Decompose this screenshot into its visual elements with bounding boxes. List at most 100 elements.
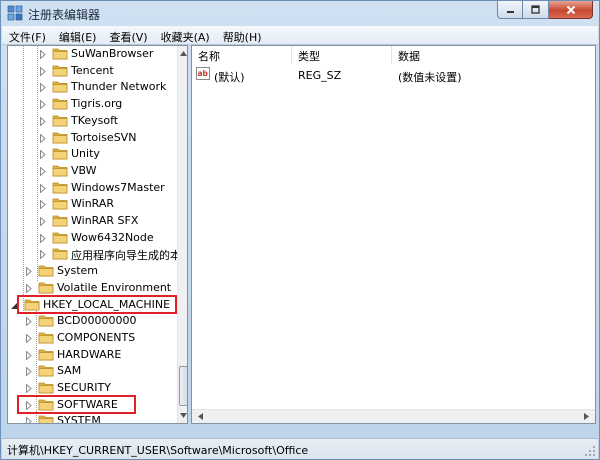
tree-node-label: 应用程序向导生成的本 [71,249,181,263]
tree-node-system[interactable]: System [8,262,176,279]
registry-editor-icon [7,5,23,21]
expand-arrow-icon[interactable] [25,316,33,327]
scroll-up-icon [180,51,187,56]
expand-arrow-icon[interactable] [39,233,47,244]
registry-editor-window: 注册表编辑器 文件(F) 编辑(E) 查看(V) 收藏夹(A) 帮助(H) Su… [0,0,600,460]
folder-icon [38,313,54,327]
tree-node-thunder-network[interactable]: Thunder Network [8,78,176,95]
title-bar[interactable]: 注册表编辑器 [1,1,599,25]
tree-node-label: Unity [71,147,100,161]
tree-node-tortoisesvn[interactable]: TortoiseSVN [8,129,176,146]
minimize-icon [506,11,514,13]
menu-edit[interactable]: 编辑(E) [52,26,103,45]
expand-arrow-icon[interactable] [25,383,33,394]
tree-node-system[interactable]: SYSTEM [8,412,176,424]
value-data: (数值未设置) [398,71,462,84]
expand-arrow-icon[interactable] [39,99,47,110]
expand-arrow-icon[interactable] [39,166,47,177]
tree-node-label: WinRAR SFX [71,214,139,227]
menu-bar: 文件(F) 编辑(E) 查看(V) 收藏夹(A) 帮助(H) [2,26,598,45]
value-row[interactable]: ab (默认) REG_SZ (数值未设置) [196,67,591,84]
folder-icon [52,130,68,144]
expand-arrow-icon[interactable] [39,149,47,160]
expand-arrow-icon[interactable] [39,249,47,261]
tree-node-label: WinRAR [71,197,115,211]
tree-node-label: SAM [57,364,82,378]
expand-arrow-icon[interactable] [39,182,47,194]
expand-arrow-icon[interactable] [39,199,47,210]
tree-node-suwanbrowser[interactable]: SuWanBrowser [8,46,176,62]
tree-vertical-scrollbar[interactable] [177,46,187,423]
menu-help[interactable]: 帮助(H) [216,26,268,45]
folder-icon [38,263,54,277]
value-name: (默认) [214,71,245,84]
folder-icon [38,380,54,394]
expand-arrow-icon[interactable] [39,66,47,77]
tree-node-winrar[interactable]: WinRAR [8,195,176,212]
expand-arrow-icon[interactable] [39,82,47,94]
expand-arrow-icon[interactable] [39,49,47,60]
expand-arrow-icon[interactable] [25,366,33,377]
folder-icon [52,46,68,60]
list-horizontal-scrollbar[interactable] [192,409,595,423]
tree-node-label: Wow6432Node [71,230,154,244]
expand-arrow-icon[interactable] [25,349,33,361]
tree-node-wow6432node[interactable]: Wow6432Node [8,229,176,246]
tree-node-label: SYSTEM [57,414,101,424]
tree-node-label: HARDWARE [57,347,122,361]
tree-node-windows7master[interactable]: Windows7Master [8,179,176,196]
maximize-button[interactable] [523,1,549,19]
column-header-data[interactable]: 数据 [392,46,595,64]
tree-node-vbw[interactable]: VBW [8,162,176,179]
current-key-path: 计算机\HKEY_CURRENT_USER\Software\Microsoft… [7,444,309,457]
folder-icon [52,163,68,177]
close-icon [566,5,575,14]
tree-scroll-thumb[interactable] [179,366,187,406]
tree-node-node[interactable]: 应用程序向导生成的本 [8,245,181,262]
folder-icon [38,330,54,344]
tree-node-hardware[interactable]: HARDWARE [8,346,176,363]
folder-icon [38,280,54,294]
scroll-down-button[interactable] [178,408,187,423]
folder-icon [52,196,68,210]
registry-tree[interactable]: SuWanBrowser Tencent Thunder Network Tigris… [7,45,188,424]
close-button[interactable] [549,1,593,19]
tree-node-label: TKeysoft [71,113,119,127]
scroll-up-button[interactable] [178,46,187,61]
expand-arrow-icon[interactable] [39,216,47,227]
highlight-box-hklm [17,294,177,314]
expand-arrow-icon[interactable] [25,266,33,277]
tree-node-label: COMPONENTS [57,330,136,344]
tree-node-sam[interactable]: SAM [8,362,176,379]
column-header-name[interactable]: 名称 [192,46,292,64]
folder-icon [52,96,68,110]
folder-icon [38,363,54,377]
tree-node-volatile-environment[interactable]: Volatile Environment [8,279,176,296]
tree-node-security[interactable]: SECURITY [8,379,176,396]
expand-arrow-icon[interactable] [25,283,33,294]
expand-arrow-icon[interactable] [25,416,33,423]
values-list[interactable]: 名称 类型 数据 ab (默认) REG_SZ (数值未设置) [191,45,596,424]
tree-node-tkeysoft[interactable]: TKeysoft [8,112,176,129]
tree-node-tencent[interactable]: Tencent [8,62,176,79]
minimize-button[interactable] [497,1,523,19]
expand-arrow-icon[interactable] [39,132,47,144]
tree-node-winrar-sfx[interactable]: WinRAR SFX [8,212,176,229]
folder-icon [52,180,68,194]
tree-node-unity[interactable]: Unity [8,145,176,162]
scroll-right-button[interactable] [580,410,592,423]
tree-node-label: Thunder Network [71,80,167,94]
folder-icon [52,246,68,260]
resize-grip-icon[interactable] [584,445,596,457]
tree-node-components[interactable]: COMPONENTS [8,329,176,346]
expand-arrow-icon[interactable] [39,116,47,127]
menu-favorites[interactable]: 收藏夹(A) [154,26,216,45]
scroll-left-button[interactable] [194,410,206,423]
tree-node-tigris-org[interactable]: Tigris.org [8,95,176,112]
tree-node-bcd00000000[interactable]: BCD00000000 [8,312,176,329]
menu-view[interactable]: 查看(V) [102,26,153,45]
expand-arrow-icon[interactable] [25,333,33,344]
scroll-right-icon [583,413,589,420]
menu-file[interactable]: 文件(F) [2,26,52,45]
column-header-type[interactable]: 类型 [292,46,392,64]
